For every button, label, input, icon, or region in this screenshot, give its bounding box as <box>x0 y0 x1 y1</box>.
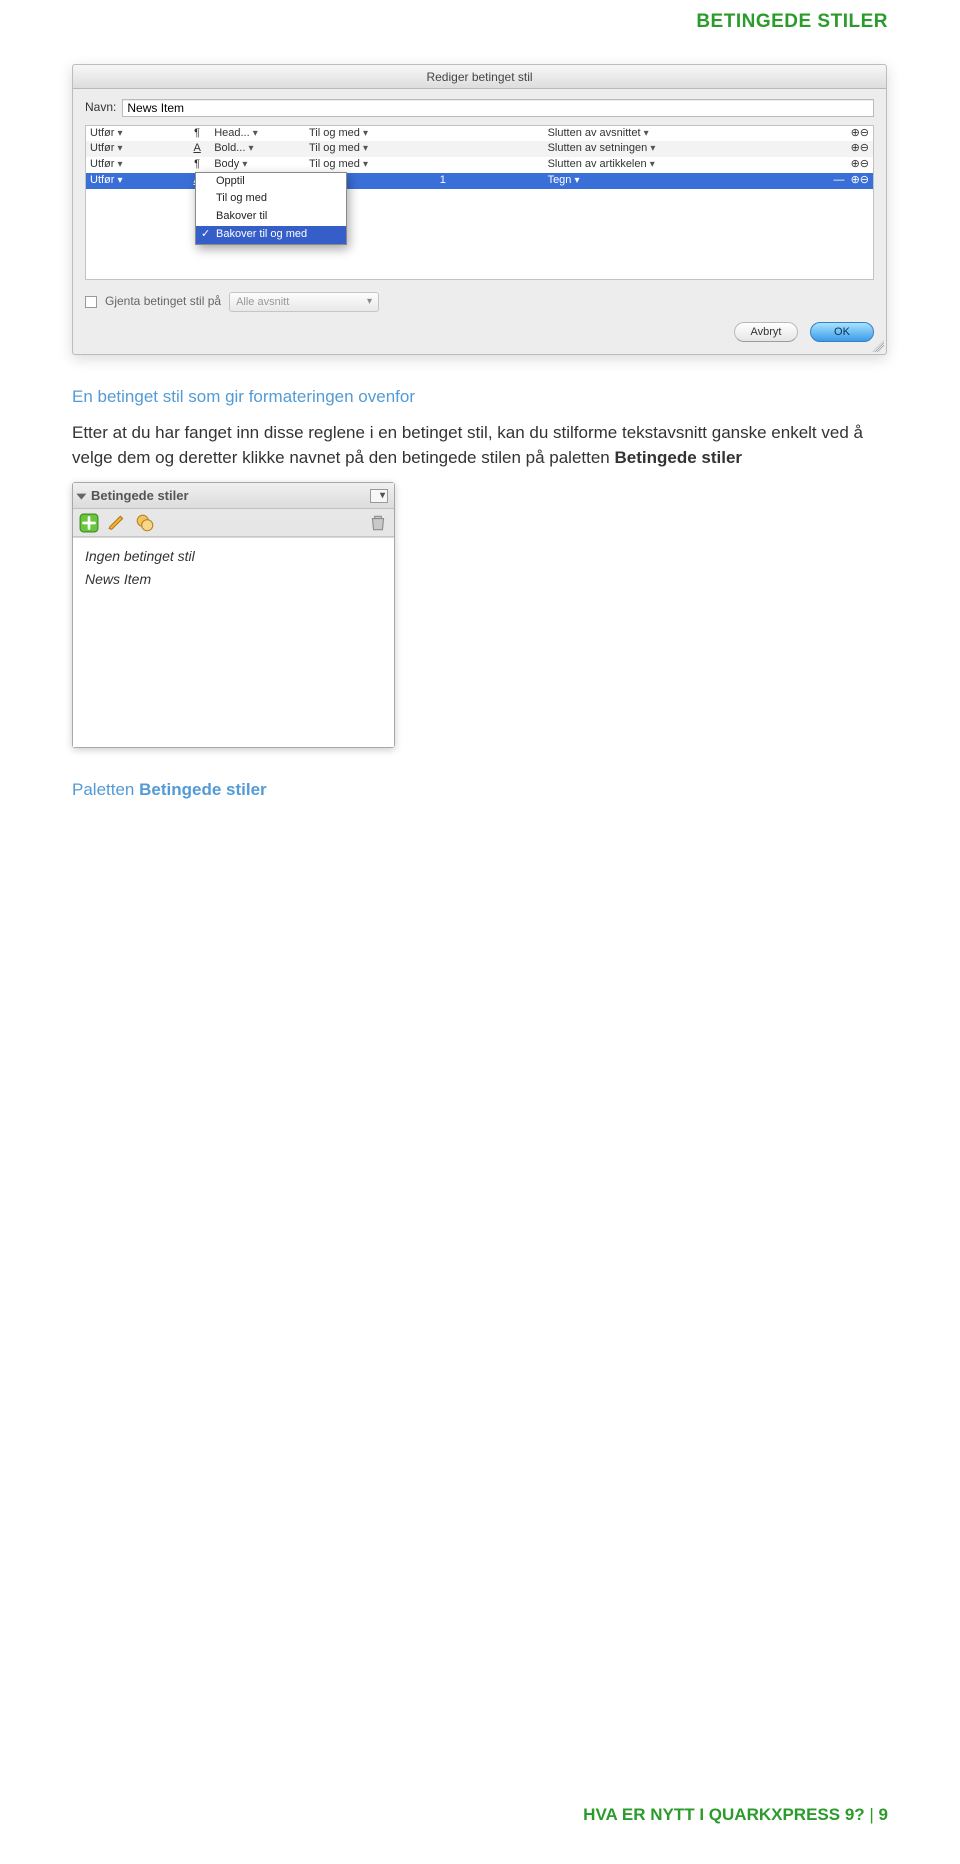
figure-caption: Paletten Betingede stiler <box>72 778 888 803</box>
dialog-title: Rediger betinget stil <box>73 65 886 89</box>
character-icon <box>193 142 200 154</box>
repeat-checkbox[interactable] <box>85 296 97 308</box>
dropdown-item[interactable]: Til og med <box>196 190 346 208</box>
ok-button[interactable]: OK <box>810 322 874 342</box>
palette-list[interactable]: Ingen betinget stil News Item <box>73 537 394 747</box>
palette-title: Betingede stiler <box>91 487 189 506</box>
dropdown-item[interactable]: Opptil <box>196 173 346 191</box>
palette-menu-icon[interactable] <box>370 489 388 503</box>
rule-row[interactable]: Utfør ▾ Bold... ▾ Til og med ▾ Slutten a… <box>86 141 873 157</box>
add-row-icon[interactable]: ⊕ <box>851 158 860 170</box>
paragraph-icon <box>194 127 200 139</box>
body-paragraph: Etter at du har fanget inn disse reglene… <box>72 421 888 470</box>
edit-style-button[interactable] <box>107 513 127 533</box>
add-row-icon[interactable]: ⊕ <box>851 142 860 154</box>
list-item[interactable]: News Item <box>85 569 382 589</box>
add-row-icon[interactable]: ⊕ <box>851 174 860 186</box>
dropdown-item[interactable]: Bakover til <box>196 208 346 226</box>
page-footer: HVA ER NYTT I QUARKXPRESS 9? | 9 <box>583 1803 888 1828</box>
repeat-scope-select[interactable]: Alle avsnitt <box>229 292 379 312</box>
dropdown-item-selected[interactable]: Bakover til og med <box>196 226 346 244</box>
list-item[interactable]: Ingen betinget stil <box>85 546 382 566</box>
paragraph-icon <box>194 158 200 170</box>
edit-conditional-style-dialog: Rediger betinget stil Navn: Utfør ▾ Head… <box>72 64 887 355</box>
delete-style-button[interactable] <box>368 513 388 533</box>
section-header: BETINGEDE STILER <box>72 0 888 64</box>
cancel-button[interactable]: Avbryt <box>734 322 798 342</box>
remove-row-icon[interactable]: ⊖ <box>860 127 869 139</box>
resize-grip-icon[interactable] <box>872 340 884 352</box>
remove-row-icon[interactable]: ⊖ <box>860 158 869 170</box>
name-label: Navn: <box>85 99 116 116</box>
figure-caption: En betinget stil som gir formateringen o… <box>72 385 888 410</box>
remove-row-icon[interactable]: ⊖ <box>860 174 869 186</box>
duplicate-style-button[interactable] <box>135 513 155 533</box>
add-style-button[interactable] <box>79 513 99 533</box>
range-dropdown[interactable]: Opptil Til og med Bakover til Bakover ti… <box>195 172 347 246</box>
rule-row[interactable]: Utfør ▾ Head... ▾ Til og med ▾ Slutten a… <box>86 126 873 142</box>
repeat-label: Gjenta betinget stil på <box>105 293 221 310</box>
name-input[interactable] <box>122 99 874 117</box>
conditional-styles-palette: Betingede stiler Ingen betinget stil New… <box>72 482 395 748</box>
remove-row-icon[interactable]: ⊖ <box>860 142 869 154</box>
palette-titlebar[interactable]: Betingede stiler <box>73 483 394 509</box>
add-row-icon[interactable]: ⊕ <box>851 127 860 139</box>
rules-table-container: Utfør ▾ Head... ▾ Til og med ▾ Slutten a… <box>85 125 874 280</box>
disclosure-triangle-icon[interactable] <box>76 494 86 500</box>
